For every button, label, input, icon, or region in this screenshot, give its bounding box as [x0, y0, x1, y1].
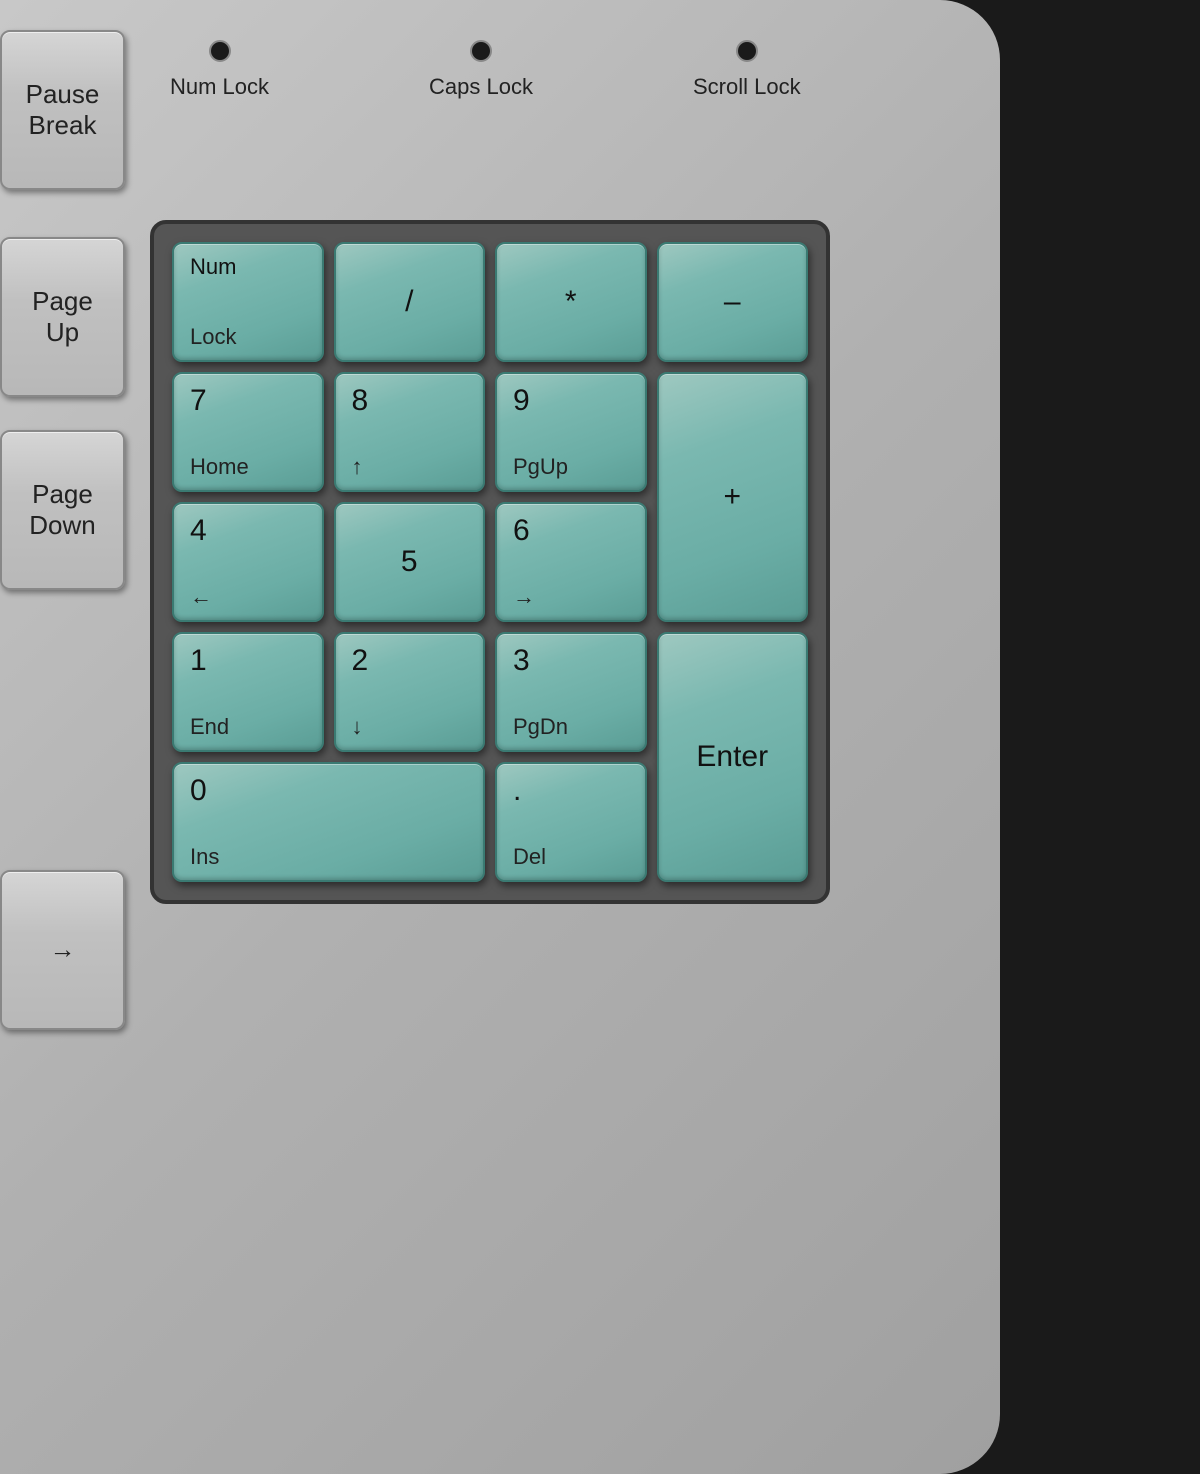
numpad-rows-4-5: 1 End 2 ↓ 3 PgDn Enter 0 Ins . Del: [172, 632, 808, 882]
minus-key-label: –: [724, 287, 741, 317]
seven-key-top: 7: [190, 386, 306, 416]
seven-key-bottom: Home: [190, 456, 306, 478]
caps-lock-dot: [470, 40, 492, 62]
num-lock-indicator: Num Lock: [170, 40, 269, 100]
two-key-top: 2: [352, 646, 468, 676]
pause-break-label: PauseBreak: [26, 79, 100, 141]
two-key[interactable]: 2 ↓: [334, 632, 486, 752]
page-up-key[interactable]: PageUp: [0, 237, 125, 397]
arrow-right-key[interactable]: →: [0, 870, 125, 1030]
five-key[interactable]: 5: [334, 502, 486, 622]
three-key[interactable]: 3 PgDn: [495, 632, 647, 752]
pause-break-key[interactable]: PauseBreak: [0, 30, 125, 190]
nine-key-bottom: PgUp: [513, 456, 629, 478]
dot-key-bottom: Del: [513, 846, 629, 868]
nine-key[interactable]: 9 PgUp: [495, 372, 647, 492]
divide-key-label: /: [405, 287, 413, 317]
zero-key-top: 0: [190, 776, 467, 806]
two-key-bottom: ↓: [352, 716, 468, 738]
keyboard-body: Num Lock Caps Lock Scroll Lock PauseBrea…: [0, 0, 1000, 1474]
num-lock-dot: [209, 40, 231, 62]
numpad-row-1: Num Lock / * –: [172, 242, 808, 362]
indicators-area: Num Lock Caps Lock Scroll Lock: [170, 40, 801, 100]
four-key-bottom: ←: [190, 586, 306, 608]
one-key[interactable]: 1 End: [172, 632, 324, 752]
multiply-key-label: *: [565, 287, 577, 317]
eight-key[interactable]: 8 ↑: [334, 372, 486, 492]
dot-key[interactable]: . Del: [495, 762, 647, 882]
four-key[interactable]: 4 ←: [172, 502, 324, 622]
scroll-lock-label: Scroll Lock: [693, 74, 801, 100]
page-down-label: PageDown: [29, 479, 95, 541]
multiply-key[interactable]: *: [495, 242, 647, 362]
one-key-top: 1: [190, 646, 306, 676]
num-lock-key-top: Num: [190, 256, 306, 278]
numpad-rows-2-3: 7 Home 8 ↑ 9 PgUp + 4 ← 5: [172, 372, 808, 622]
five-key-top: 5: [401, 547, 418, 577]
eight-key-bottom: ↑: [352, 456, 468, 478]
eight-key-top: 8: [352, 386, 468, 416]
dot-key-top: .: [513, 776, 629, 806]
zero-key-bottom: Ins: [190, 846, 467, 868]
six-key-top: 6: [513, 516, 629, 546]
enter-key-label: Enter: [696, 742, 768, 772]
num-lock-key[interactable]: Num Lock: [172, 242, 324, 362]
num-lock-label: Num Lock: [170, 74, 269, 100]
page-up-label: PageUp: [32, 286, 93, 348]
six-key[interactable]: 6 →: [495, 502, 647, 622]
minus-key[interactable]: –: [657, 242, 809, 362]
page-down-key[interactable]: PageDown: [0, 430, 125, 590]
enter-key[interactable]: Enter: [657, 632, 809, 882]
numpad: Num Lock / * – 7 Home 8 ↑ 9: [150, 220, 830, 904]
caps-lock-indicator: Caps Lock: [429, 40, 533, 100]
scroll-lock-indicator: Scroll Lock: [693, 40, 801, 100]
plus-key[interactable]: +: [657, 372, 809, 622]
caps-lock-label: Caps Lock: [429, 74, 533, 100]
scroll-lock-dot: [736, 40, 758, 62]
four-key-top: 4: [190, 516, 306, 546]
seven-key[interactable]: 7 Home: [172, 372, 324, 492]
plus-key-label: +: [723, 482, 741, 512]
one-key-bottom: End: [190, 716, 306, 738]
nine-key-top: 9: [513, 386, 629, 416]
three-key-bottom: PgDn: [513, 716, 629, 738]
zero-key[interactable]: 0 Ins: [172, 762, 485, 882]
arrow-right-label: →: [50, 934, 76, 965]
divide-key[interactable]: /: [334, 242, 486, 362]
three-key-top: 3: [513, 646, 629, 676]
num-lock-key-bottom: Lock: [190, 326, 306, 348]
six-key-bottom: →: [513, 586, 629, 608]
